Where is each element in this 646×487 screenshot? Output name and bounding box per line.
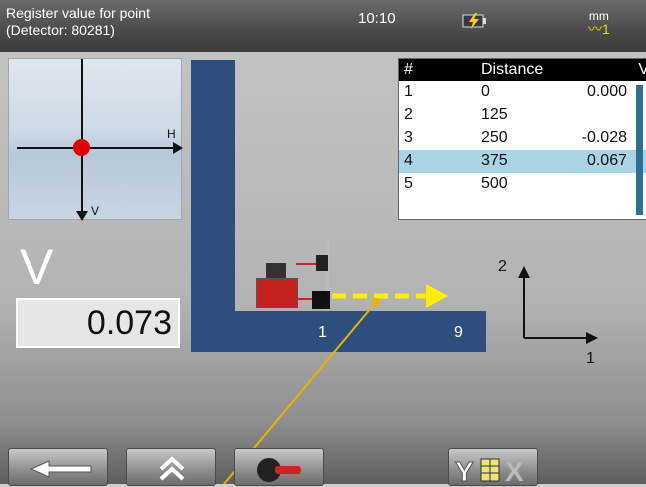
expand-button[interactable]: [126, 448, 216, 486]
table-header: # Distance V: [399, 59, 646, 81]
y-table-x-icon: Y X: [455, 456, 525, 487]
row-value: -0.028: [581, 129, 627, 146]
row-distance: 375: [481, 152, 508, 169]
axis-label-2: 2: [498, 258, 507, 275]
row-index: 2: [404, 106, 413, 123]
laser-toggle-button[interactable]: [234, 448, 324, 486]
back-button[interactable]: [8, 448, 108, 486]
row-index: 1: [404, 83, 413, 100]
axes-indicator: 2 1: [492, 256, 612, 376]
row-index: 5: [404, 175, 413, 192]
col-header-index: #: [404, 61, 413, 78]
table-scrollbar[interactable]: [636, 85, 643, 215]
row-distance: 250: [481, 129, 508, 146]
laser-direction-arrow-icon: [426, 284, 448, 308]
table-row[interactable]: 1 0 0.000: [399, 81, 646, 104]
row-index: 3: [404, 129, 413, 146]
row-index: 4: [404, 152, 413, 169]
back-arrow-icon: [29, 460, 92, 478]
row-distance: 0: [481, 83, 490, 100]
row-value: 0.067: [586, 152, 627, 169]
table-row[interactable]: 5 500: [399, 173, 646, 196]
table-row[interactable]: 2 125: [399, 104, 646, 127]
expand-up-icon: [159, 456, 185, 481]
table-row-selected[interactable]: 4 375 0.067: [399, 150, 646, 173]
col-header-v: V: [638, 61, 646, 79]
annotation-pointer-dot: [372, 298, 380, 306]
table-row[interactable]: 3 250 -0.028: [399, 127, 646, 150]
row-distance: 125: [481, 106, 508, 123]
distance-table[interactable]: # Distance V 1 0 0.000 2 125 3 250 -0.02…: [398, 58, 646, 220]
col-header-distance: Distance: [481, 61, 544, 78]
row-distance: 500: [481, 175, 508, 192]
laser-toggle-icon: [257, 458, 301, 482]
row-value: 0.000: [586, 83, 627, 100]
svg-text:Y: Y: [455, 456, 474, 487]
axis-label-1: 1: [586, 350, 595, 367]
bottom-toolbar: Y X: [0, 448, 646, 487]
svg-text:X: X: [505, 456, 524, 487]
y-table-x-button[interactable]: Y X: [448, 448, 538, 487]
